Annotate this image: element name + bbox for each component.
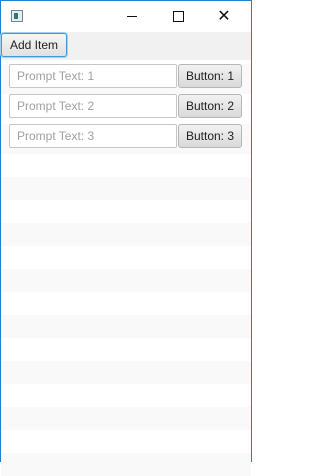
empty-list-row bbox=[1, 384, 251, 407]
empty-list-row bbox=[1, 430, 251, 453]
item-list[interactable]: Button: 1 Button: 2 Button: 3 bbox=[1, 60, 251, 476]
list-row: Button: 2 bbox=[1, 94, 251, 124]
prompt-text-field[interactable] bbox=[9, 94, 177, 118]
app-window: ✕ Add Item Button: 1 Button: 2 Button: 3 bbox=[0, 0, 252, 476]
prompt-text-field[interactable] bbox=[9, 124, 177, 148]
item-button[interactable]: Button: 3 bbox=[178, 124, 242, 148]
empty-list-row bbox=[1, 246, 251, 269]
empty-list-row bbox=[1, 154, 251, 177]
list-row: Button: 3 bbox=[1, 124, 251, 154]
close-icon: ✕ bbox=[217, 7, 231, 25]
list-item: Button: 2 bbox=[9, 94, 243, 124]
toolbar: Add Item bbox=[1, 32, 251, 60]
empty-list-row bbox=[1, 223, 251, 246]
empty-list-row bbox=[1, 361, 251, 384]
minimize-icon bbox=[127, 16, 137, 17]
item-button[interactable]: Button: 1 bbox=[178, 64, 242, 88]
empty-list-row bbox=[1, 315, 251, 338]
empty-list-row bbox=[1, 338, 251, 361]
maximize-button[interactable] bbox=[155, 1, 201, 32]
empty-list-row bbox=[1, 200, 251, 223]
close-button[interactable]: ✕ bbox=[201, 1, 247, 32]
maximize-icon bbox=[172, 11, 184, 22]
list-item: Button: 1 bbox=[9, 64, 243, 94]
empty-list-row bbox=[1, 269, 251, 292]
minimize-button[interactable] bbox=[109, 1, 155, 32]
empty-list-row bbox=[1, 453, 251, 476]
add-item-button[interactable]: Add Item bbox=[1, 33, 67, 57]
item-button[interactable]: Button: 2 bbox=[178, 94, 242, 118]
app-window-icon bbox=[11, 10, 23, 22]
empty-list-row bbox=[1, 407, 251, 430]
list-item: Button: 3 bbox=[9, 124, 243, 154]
prompt-text-field[interactable] bbox=[9, 64, 177, 88]
empty-list-row bbox=[1, 292, 251, 315]
list-row: Button: 1 bbox=[1, 64, 251, 94]
title-bar[interactable]: ✕ bbox=[1, 1, 251, 32]
empty-list-row bbox=[1, 177, 251, 200]
